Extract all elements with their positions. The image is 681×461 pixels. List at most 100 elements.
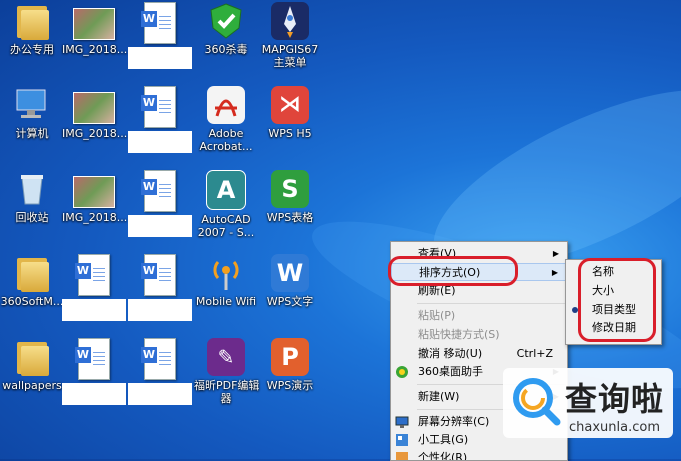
desktop-icon[interactable]: W [128,86,192,153]
rocket-icon [258,2,322,40]
word-doc-icon: W [128,2,192,44]
desktop-icon-label: 办公专用 [10,43,54,56]
desktop-icon-label: Adobe Acrobat... [199,127,253,153]
desktop-icon[interactable]: W [128,254,192,321]
menu-item-label: 粘贴(P) [418,309,456,322]
shield-icon [194,2,258,40]
submenu-arrow-icon: ▶ [552,249,559,258]
folder-icon [0,2,64,40]
desktop-icon-label: 计算机 [15,127,49,140]
desktop-icon[interactable]: W [128,170,192,237]
desktop-icon[interactable]: W [62,254,126,321]
desktop-icon-label: WPS H5 [268,127,312,140]
foxit-icon: ✎ [194,338,258,376]
desktop: { "desktop": { "icons": [ {"label": "办公专… [0,0,681,461]
desktop-icon[interactable]: IMG_2018... [62,170,128,224]
magnifier-logo-icon [513,378,561,426]
desktop-icon[interactable]: MAPGIS67 主菜单 [258,2,322,69]
desktop-icon[interactable]: 360SoftM... [0,254,64,308]
acrobat-icon [194,86,258,124]
desktop-icon-label: 回收站 [15,211,49,224]
desktop-icon[interactable]: wallpapers [0,338,64,392]
word-doc-icon: W [62,338,126,380]
desktop-icon-label: 360SoftM... [0,295,64,308]
desktop-icon[interactable]: ⋊ WPS H5 [258,86,322,140]
watermark-name: 查询啦 [565,380,665,418]
wps-ppt-icon: P [258,338,322,376]
desktop-icon-label: Mobile Wifi [195,295,257,308]
menu-item-label: 撤消 移动(U) [418,347,483,360]
highlight-ring-sort-by [388,256,518,286]
desktop-icon-label: IMG_2018... [62,127,128,140]
monitor-icon [395,415,409,429]
desktop-icon-label: WPS表格 [266,211,314,224]
desktop-icon[interactable]: 360杀毒 [194,2,258,56]
desktop-icon[interactable]: W [62,338,126,405]
desktop-icon-label: WPS文字 [266,295,314,308]
desktop-icon[interactable]: IMG_2018... [62,2,128,56]
folder-icon [0,338,64,376]
recycle-bin-icon [0,170,64,208]
menu-item-paste-shortcut[interactable]: 粘贴快捷方式(S) [391,326,567,344]
menu-item-label: 屏幕分辨率(C) [418,415,490,428]
menu-item-undo-move[interactable]: 撤消 移动(U) Ctrl+Z [391,345,567,363]
word-doc-icon: W [128,170,192,212]
redacted-label [128,215,192,237]
desktop-icon-label: IMG_2018... [62,211,128,224]
desktop-icon[interactable]: 回收站 [0,170,64,224]
desktop-icon[interactable]: W WPS文字 [258,254,322,308]
submenu-arrow-icon: ▶ [551,268,558,277]
redacted-label [62,383,126,405]
folder-icon [0,254,64,292]
desktop-icon-label: WPS演示 [266,379,314,392]
desktop-icon[interactable]: Adobe Acrobat... [194,86,258,153]
desktop-icon[interactable]: W [128,2,192,69]
word-doc-icon: W [128,254,192,296]
desktop-icon-label: IMG_2018... [62,43,128,56]
word-doc-icon: W [128,86,192,128]
desktop-icon[interactable]: 计算机 [0,86,64,140]
desktop-icon[interactable]: W [128,338,192,405]
desktop-icon[interactable]: S WPS表格 [258,170,322,224]
redacted-label [128,383,192,405]
desktop-icon-label: wallpapers [2,379,62,392]
menu-item-shortcut: Ctrl+Z [516,347,553,360]
redacted-label [128,299,192,321]
menu-item-paste[interactable]: 粘贴(P) [391,307,567,325]
menu-item-label: 360桌面助手 [418,365,483,378]
computer-icon [0,86,64,124]
redacted-label [128,47,192,69]
wifi-icon [194,254,258,292]
desktop-icon[interactable]: A AutoCAD 2007 - S... [194,170,258,239]
highlight-ring-sort-options [578,258,656,342]
wps-writer-icon: W [258,254,322,292]
word-doc-icon: W [128,338,192,380]
360-assistant-icon [395,365,409,379]
word-doc-icon: W [62,254,126,296]
desktop-icon[interactable]: ✎ 福昕PDF编辑器 [194,338,260,405]
menu-separator [417,303,565,304]
photo-icon [62,8,126,40]
desktop-icon[interactable]: 办公专用 [0,2,64,56]
gadgets-icon [395,433,409,447]
menu-item-personalize[interactable]: 个性化(R) [391,449,567,460]
redacted-label [128,131,192,153]
wps-sheet-icon: S [258,170,322,208]
watermark-url: chaxunla.com [569,420,660,435]
desktop-icon[interactable]: IMG_2018... [62,86,128,140]
desktop-icon-label: MAPGIS67 主菜单 [261,43,319,69]
autocad-icon: A [194,170,258,210]
desktop-icon[interactable]: P WPS演示 [258,338,322,392]
menu-item-label: 小工具(G) [418,433,469,446]
photo-icon [62,176,126,208]
redacted-label [62,299,126,321]
menu-item-label: 新建(W) [418,390,460,403]
menu-item-label: 粘贴快捷方式(S) [418,328,500,341]
desktop-icon-label: 360杀毒 [204,43,248,56]
watermark-logo: 查询啦 chaxunla.com [503,368,673,438]
desktop-icon[interactable]: Mobile Wifi [194,254,258,308]
photo-icon [62,92,126,124]
desktop-icon-label: AutoCAD 2007 - S... [197,213,255,239]
wps-h5-icon: ⋊ [258,86,322,124]
desktop-icon-label: 福昕PDF编辑器 [194,379,260,405]
